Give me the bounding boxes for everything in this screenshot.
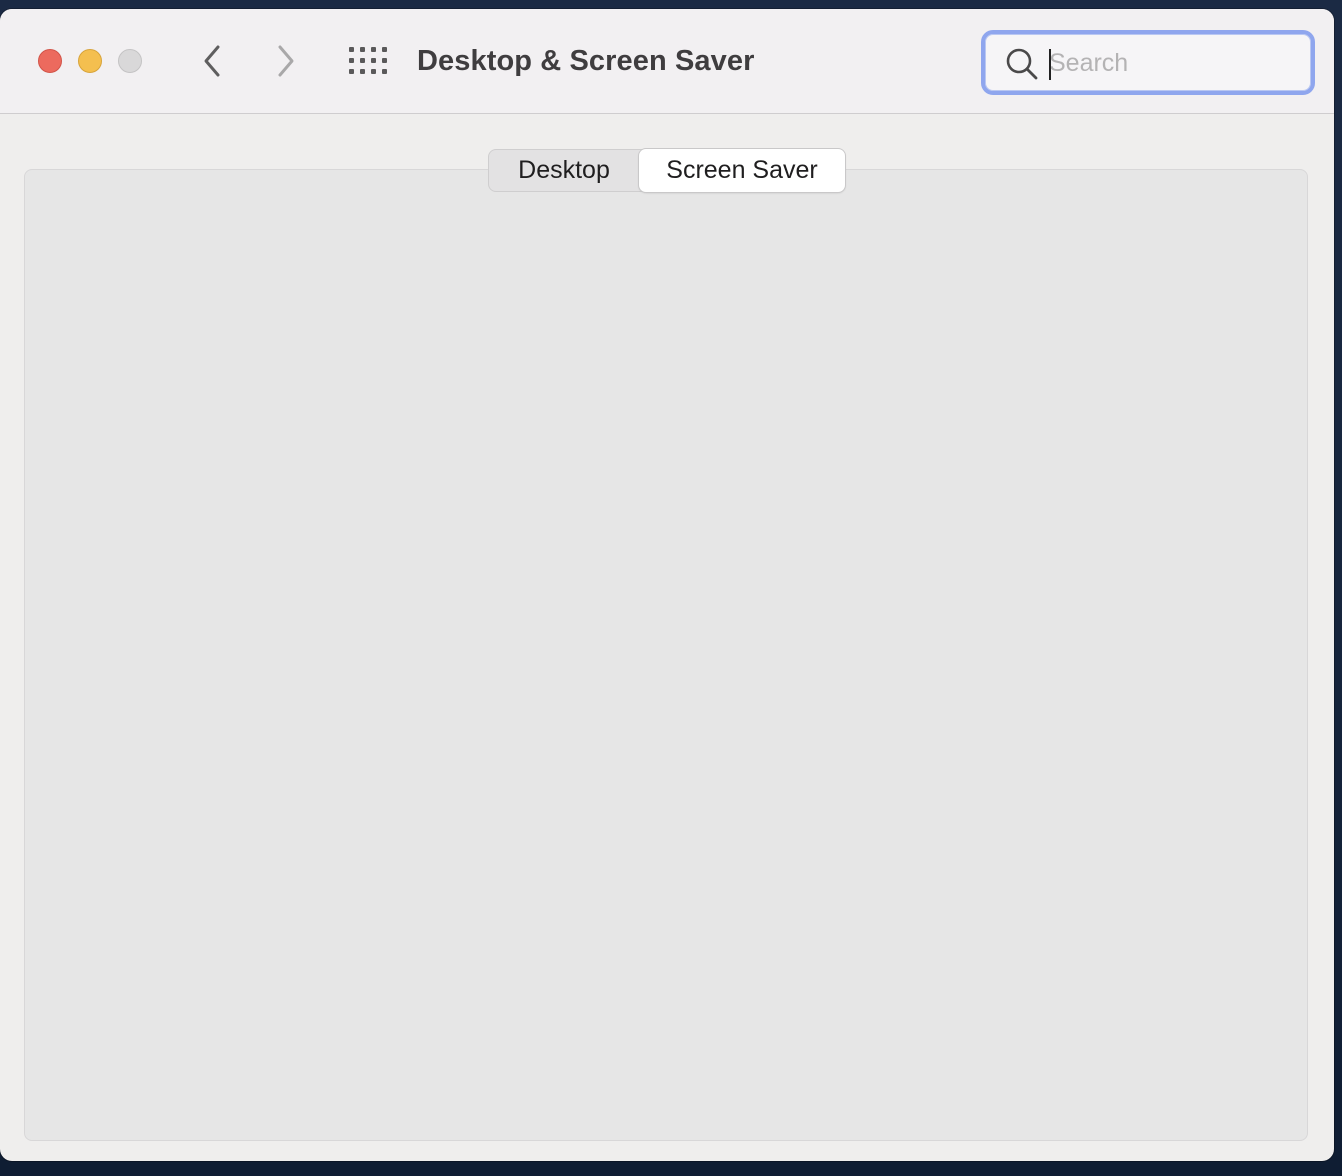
close-window-button[interactable] — [38, 49, 62, 73]
search-icon — [1006, 48, 1038, 80]
search-field[interactable] — [981, 30, 1315, 95]
content-panel — [24, 169, 1308, 1141]
back-button[interactable] — [194, 43, 230, 79]
text-caret — [1049, 49, 1051, 80]
show-all-grid-icon — [349, 47, 387, 74]
tab-control: Desktop Screen Saver — [488, 149, 845, 192]
toolbar: Desktop & Screen Saver — [0, 9, 1334, 114]
forward-button[interactable] — [268, 43, 304, 79]
minimize-window-button[interactable] — [78, 49, 102, 73]
chevron-right-icon — [278, 45, 294, 77]
show-all-button[interactable] — [346, 43, 390, 79]
chevron-left-icon — [204, 45, 220, 77]
system-preferences-window: Desktop & Screen Saver Desktop Screen Sa… — [0, 9, 1334, 1161]
tab-desktop[interactable]: Desktop — [489, 150, 639, 191]
window-title: Desktop & Screen Saver — [417, 45, 755, 77]
zoom-window-button[interactable] — [118, 49, 142, 73]
tab-screen-saver[interactable]: Screen Saver — [639, 149, 845, 192]
search-input[interactable] — [1049, 44, 1299, 82]
